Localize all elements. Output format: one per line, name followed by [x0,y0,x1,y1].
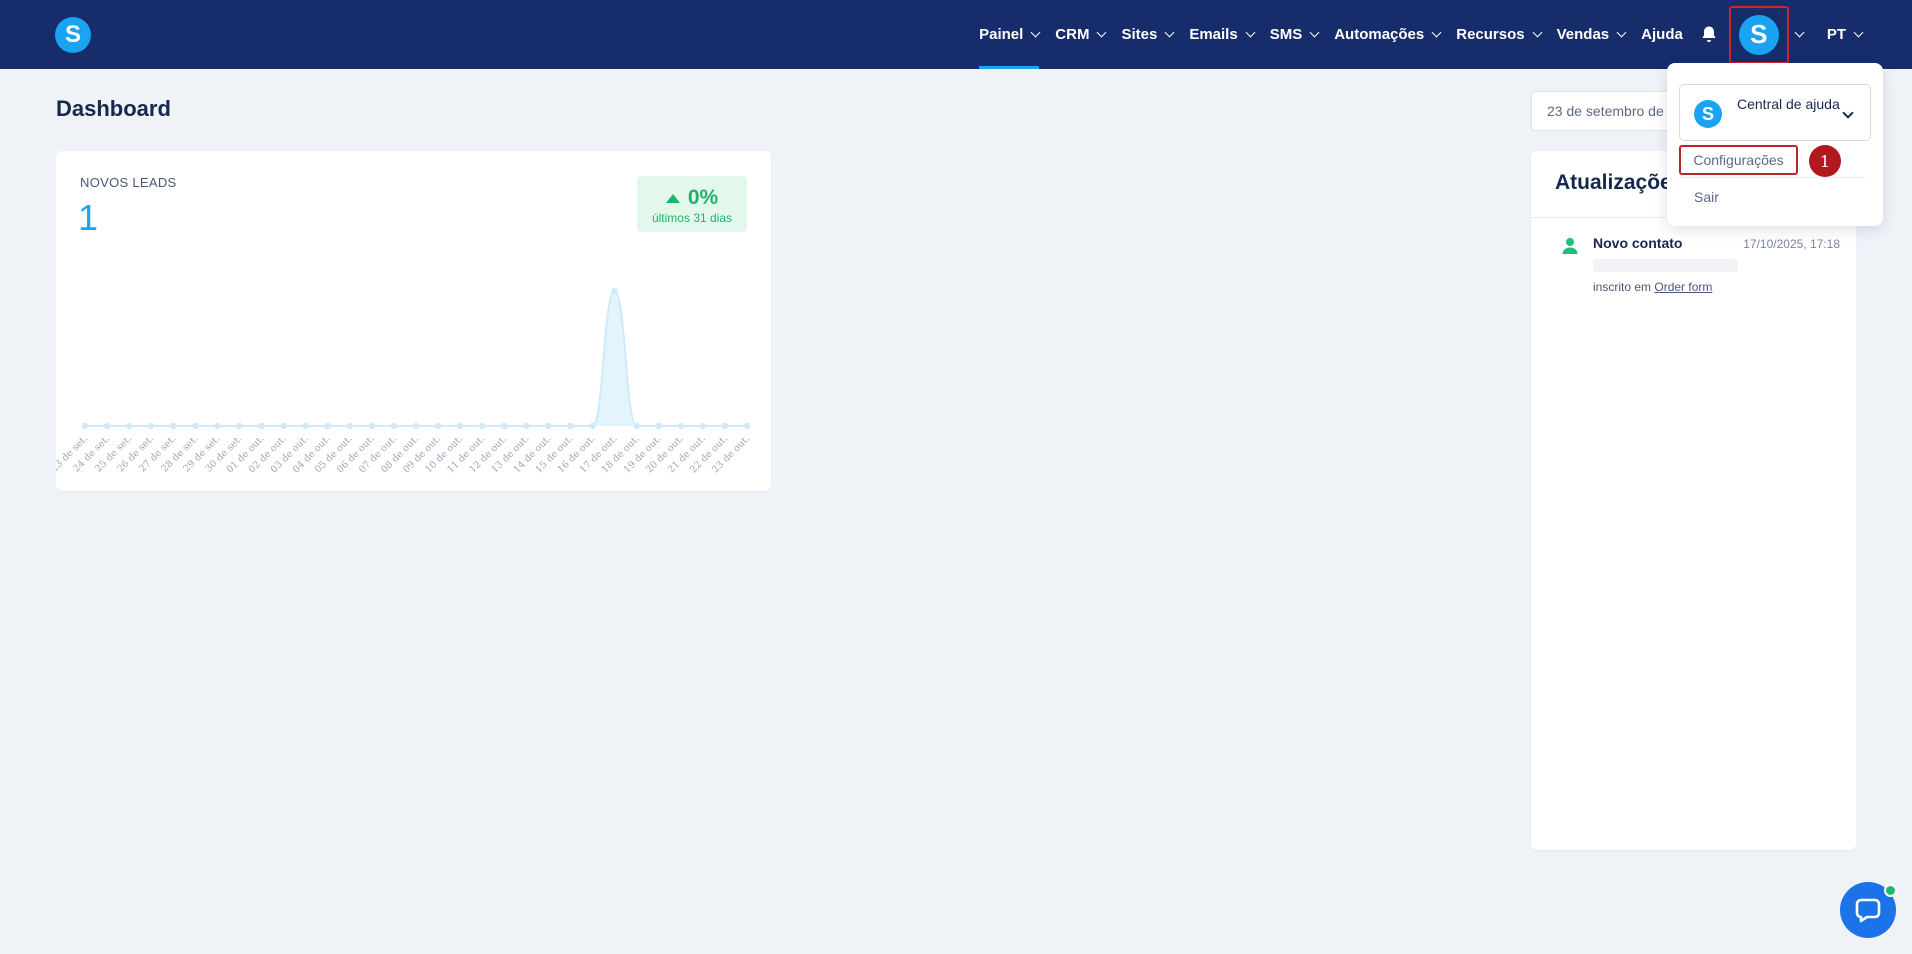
menu-item-sair[interactable]: Sair [1694,189,1719,205]
chart-point[interactable] [456,422,464,430]
chart-point[interactable] [721,422,729,430]
chart-area [85,291,747,426]
chart-point[interactable] [479,422,486,430]
nav-label: SMS [1269,26,1303,43]
org-logo: S [1694,100,1722,128]
menu-item-configuracoes[interactable]: Configurações [1679,145,1798,175]
bell-icon[interactable] [1691,0,1727,69]
nav-label: Automações [1334,26,1425,43]
account-avatar-button[interactable]: S [1728,5,1789,64]
chart-point[interactable] [523,422,530,430]
chart-point[interactable] [699,422,707,430]
online-status-dot [1884,884,1897,897]
chart-point[interactable] [302,422,309,430]
chart-point[interactable] [743,422,751,430]
nav-item-vendas[interactable]: Vendas [1549,0,1634,69]
chart-point[interactable] [280,422,287,430]
account-dropdown: S Central de ajuda Configurações 1 Sair [1667,63,1883,226]
chevron-down-icon [1842,107,1854,119]
language-label: PT [1826,26,1846,43]
chart-point[interactable] [545,422,552,430]
chevron-down-icon [1853,27,1864,37]
nav-label: CRM [1055,26,1090,43]
nav-label: Vendas [1556,26,1610,43]
new-leads-card: NOVOS LEADS 1 0% últimos 31 dias 23 de s… [56,151,771,491]
nav-menu: Painel CRM Sites Emails SMS Automações R… [971,0,1912,69]
nav-label: Painel [979,26,1024,43]
nav-label: Recursos [1456,26,1525,43]
account-chevron-icon[interactable] [1789,0,1811,69]
chart-point[interactable] [81,422,89,430]
menu-label: Configurações [1693,152,1784,168]
page-title: Dashboard [56,96,171,121]
chevron-down-icon [1532,27,1543,37]
chevron-down-icon [1616,27,1627,37]
divider [1679,177,1865,178]
brand-logo[interactable]: S [55,17,91,53]
chart-point[interactable] [324,422,331,430]
contact-name-placeholder [1593,259,1738,272]
updates-title: Atualizações [1555,171,1684,194]
chart-point[interactable] [170,422,177,430]
chart-point[interactable] [611,287,618,295]
nav-label: Ajuda [1641,26,1683,43]
update-sub-prefix: inscrito em [1593,280,1652,294]
language-selector[interactable]: PT [1811,0,1912,69]
chart-point[interactable] [346,422,353,430]
update-subtitle: inscrito em Order form [1593,280,1712,294]
chart-point[interactable] [192,422,199,430]
chart-series-line [84,289,747,427]
chart-point[interactable] [677,422,684,430]
organization-selector[interactable]: S Central de ajuda [1679,84,1871,141]
nav-item-recursos[interactable]: Recursos [1448,0,1548,69]
chart-point[interactable] [501,422,508,430]
avatar: S [1738,14,1779,55]
updates-card: Atualizações Novo contato 17/10/2025, 17… [1531,151,1856,850]
update-timestamp: 17/10/2025, 17:18 [1743,237,1840,251]
org-name: Central de ajuda [1737,96,1840,112]
chart-point[interactable] [368,422,376,430]
chart-point[interactable] [434,422,442,430]
chat-icon [1855,898,1881,923]
chart-point[interactable] [236,422,243,430]
chart-point[interactable] [655,422,662,430]
chart-point[interactable] [589,422,596,430]
chevron-down-icon [1245,27,1256,37]
nav-item-ajuda[interactable]: Ajuda [1633,0,1691,69]
chart-point[interactable] [633,422,640,430]
nav-item-crm[interactable]: CRM [1047,0,1113,69]
nav-label: Sites [1121,26,1158,43]
chart-point[interactable] [390,422,398,430]
chart-point[interactable] [125,422,133,430]
chevron-down-icon [1164,27,1175,37]
chevron-down-icon [1431,27,1442,37]
top-navigation: S Painel CRM Sites Emails SMS Automações… [0,0,1912,69]
order-form-link[interactable]: Order form [1654,280,1712,294]
chart-point[interactable] [148,422,155,430]
chevron-down-icon [1309,27,1320,37]
update-item: Novo contato 17/10/2025, 17:18 inscrito … [1555,235,1840,305]
nav-item-sms[interactable]: SMS [1262,0,1327,69]
chart-point[interactable] [412,422,420,430]
nav-item-automacoes[interactable]: Automações [1326,0,1448,69]
step-badge: 1 [1809,145,1841,177]
chevron-down-icon [1097,27,1107,37]
update-title: Novo contato [1593,235,1683,251]
nav-label: Emails [1189,26,1238,43]
leads-chart: 23 de set.24 de set.25 de set.26 de set.… [56,287,752,475]
nav-item-painel[interactable]: Painel [971,0,1047,69]
chart-point[interactable] [567,422,574,430]
chart-point[interactable] [214,422,221,430]
chevron-down-icon [1030,27,1041,37]
nav-item-sites[interactable]: Sites [1113,0,1181,69]
chart-point[interactable] [103,422,111,430]
chart-point[interactable] [258,422,265,430]
person-icon [1561,237,1579,260]
nav-item-emails[interactable]: Emails [1181,0,1261,69]
